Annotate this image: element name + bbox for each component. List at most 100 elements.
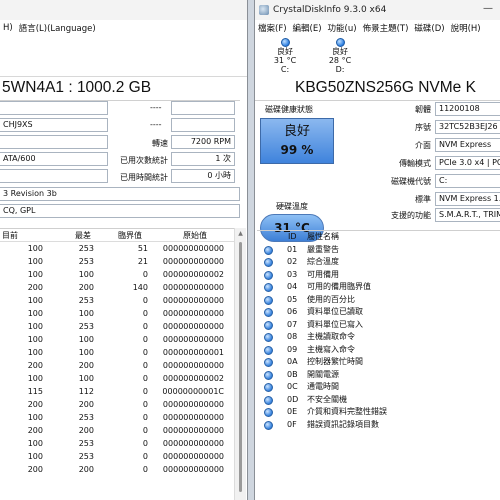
worst-value: 100 bbox=[78, 374, 94, 383]
worst-value: 100 bbox=[78, 270, 94, 279]
power-hours-label: 已用時間統計 bbox=[120, 173, 168, 182]
current-value: 200 bbox=[27, 465, 43, 474]
table-row[interactable]: 100 100 0 000000000001 bbox=[0, 346, 234, 359]
table-row[interactable]: 0C 通電時間 bbox=[257, 381, 500, 394]
power-count-field: 1 次 bbox=[171, 152, 235, 166]
features-field: S.M.A.R.T., TRIM bbox=[435, 208, 500, 222]
table-row[interactable]: 200 200 0 000000000000 bbox=[0, 424, 234, 437]
menu-item-help[interactable]: 說明(H) bbox=[448, 22, 484, 34]
current-value: 100 bbox=[27, 413, 43, 422]
threshold-value: 0 bbox=[142, 387, 148, 396]
left-menu-bar: H) 語言(L)(Language) bbox=[0, 20, 247, 36]
raw-value: 000000000000 bbox=[162, 465, 224, 474]
table-row[interactable]: 200 200 0 000000000000 bbox=[0, 398, 234, 411]
attribute-name: 控制器繁忙時間 bbox=[307, 357, 363, 366]
window-title: CrystalDiskInfo 9.3.0 x64 bbox=[273, 5, 387, 15]
power-count-label: 已用次數統計 bbox=[120, 156, 168, 165]
interface-label: 介面 bbox=[415, 141, 431, 150]
table-row[interactable]: 02 綜合溫度 bbox=[257, 256, 500, 269]
table-row[interactable]: 200 200 0 000000000000 bbox=[0, 359, 234, 372]
menu-item-function[interactable]: 功能(u) bbox=[325, 22, 360, 34]
left-scrollbar[interactable]: ▲ bbox=[234, 228, 246, 500]
status-good-icon bbox=[264, 420, 273, 430]
disk-status-c[interactable]: 良好 31 °C C: bbox=[255, 36, 315, 74]
blank-value-1: ---- bbox=[150, 103, 162, 112]
table-row[interactable]: 0B 開關電源 bbox=[257, 369, 500, 382]
current-value: 100 bbox=[27, 309, 43, 318]
table-row[interactable]: 100 100 0 000000000002 bbox=[0, 268, 234, 281]
threshold-value: 0 bbox=[142, 361, 148, 370]
table-row[interactable]: 0A 控制器繁忙時間 bbox=[257, 356, 500, 369]
attribute-name: 嚴重警告 bbox=[307, 244, 339, 254]
threshold-value: 0 bbox=[142, 413, 148, 422]
attribute-id: 03 bbox=[287, 269, 298, 279]
disk-c-temp: 31 °C bbox=[273, 56, 297, 65]
attribute-id: 02 bbox=[287, 257, 298, 266]
table-row[interactable]: 115 112 0 00000000001C bbox=[0, 385, 234, 398]
health-status-badge[interactable]: 良好 99 % bbox=[260, 118, 334, 164]
menu-item-language[interactable]: 語言(L)(Language) bbox=[16, 22, 99, 34]
table-row[interactable]: 100 253 0 000000000000 bbox=[0, 437, 234, 450]
raw-value: 000000000000 bbox=[162, 335, 224, 344]
raw-value: 000000000000 bbox=[162, 426, 224, 435]
minimize-icon[interactable]: — bbox=[482, 4, 494, 16]
table-row[interactable]: 100 253 51 000000000000 bbox=[0, 242, 234, 255]
status-good-icon bbox=[264, 370, 273, 380]
status-good-icon bbox=[264, 308, 273, 317]
attribute-name: 資料單位已寫入 bbox=[307, 319, 363, 329]
raw-value: 000000000000 bbox=[162, 452, 224, 461]
table-row[interactable]: 100 100 0 000000000000 bbox=[0, 333, 234, 346]
table-row[interactable]: 0F 錯誤資訊記錄項目數 bbox=[257, 419, 500, 432]
raw-value: 000000000000 bbox=[162, 400, 224, 409]
table-row[interactable]: 100 253 0 000000000000 bbox=[0, 450, 234, 463]
firmware-field bbox=[0, 101, 108, 115]
table-row[interactable]: 100 253 21 000000000000 bbox=[0, 255, 234, 268]
attribute-id: 05 bbox=[287, 294, 298, 304]
worst-value: 253 bbox=[78, 296, 94, 305]
worst-value: 200 bbox=[78, 283, 94, 292]
table-row[interactable]: 0E 介質和資料完整性錯誤 bbox=[257, 406, 500, 419]
status-good-icon bbox=[264, 245, 273, 255]
menu-item-theme[interactable]: 佈景主題(T) bbox=[360, 22, 412, 34]
table-row[interactable]: 200 200 140 000000000000 bbox=[0, 281, 234, 294]
attribute-id: 0B bbox=[287, 369, 298, 379]
table-row[interactable]: 100 253 0 000000000000 bbox=[0, 411, 234, 424]
menu-item-help[interactable]: H) bbox=[0, 23, 16, 33]
table-row[interactable]: 03 可用備用 bbox=[257, 269, 500, 282]
attribute-id: 0F bbox=[287, 419, 297, 429]
left-window: H) 語言(L)(Language) 5WN4A1 : 1000.2 GB CH… bbox=[0, 0, 248, 500]
menu-item-edit[interactable]: 編輯(E) bbox=[290, 22, 325, 34]
table-row[interactable]: 100 253 0 000000000000 bbox=[0, 294, 234, 307]
table-row[interactable]: 100 100 0 000000000000 bbox=[0, 307, 234, 320]
threshold-value: 0 bbox=[142, 309, 148, 318]
table-row[interactable]: 0D 不安全關機 bbox=[257, 394, 500, 407]
table-row[interactable]: 01 嚴重警告 bbox=[257, 244, 500, 257]
table-row[interactable]: 200 200 0 000000000000 bbox=[0, 463, 234, 476]
disk-d-status: 良好 bbox=[332, 47, 348, 56]
status-good-icon bbox=[264, 408, 273, 417]
scroll-up-icon[interactable]: ▲ bbox=[235, 228, 246, 239]
raw-value: 000000000000 bbox=[162, 413, 224, 422]
table-row[interactable]: 100 100 0 000000000002 bbox=[0, 372, 234, 385]
attribute-id: 04 bbox=[287, 282, 298, 291]
disk-d-letter: D: bbox=[335, 65, 345, 74]
attribute-id: 0A bbox=[287, 357, 298, 366]
worst-value: 200 bbox=[78, 465, 94, 474]
table-row[interactable]: 08 主機讀取命令 bbox=[257, 331, 500, 344]
temperature-label: 硬碟溫度 bbox=[276, 202, 308, 211]
menu-item-disk[interactable]: 磁碟(D) bbox=[411, 22, 447, 34]
table-row[interactable]: 06 資料單位已讀取 bbox=[257, 306, 500, 319]
status-good-icon bbox=[264, 358, 273, 367]
table-row[interactable]: 04 可用的備用臨界值 bbox=[257, 281, 500, 294]
table-row[interactable]: 05 使用的百分比 bbox=[257, 294, 500, 307]
table-row[interactable]: 07 資料單位已寫入 bbox=[257, 319, 500, 332]
menu-item-file[interactable]: 檔案(F) bbox=[255, 22, 290, 34]
disk-c-letter: C: bbox=[280, 65, 290, 74]
current-value: 100 bbox=[27, 439, 43, 448]
table-row[interactable]: 100 253 0 000000000000 bbox=[0, 320, 234, 333]
table-row[interactable]: 09 主機寫入命令 bbox=[257, 344, 500, 357]
current-value: 200 bbox=[27, 426, 43, 435]
scroll-thumb[interactable] bbox=[239, 242, 242, 492]
disk-status-d[interactable]: 良好 28 °C D: bbox=[315, 36, 365, 74]
health-percent: 99 % bbox=[280, 143, 314, 157]
